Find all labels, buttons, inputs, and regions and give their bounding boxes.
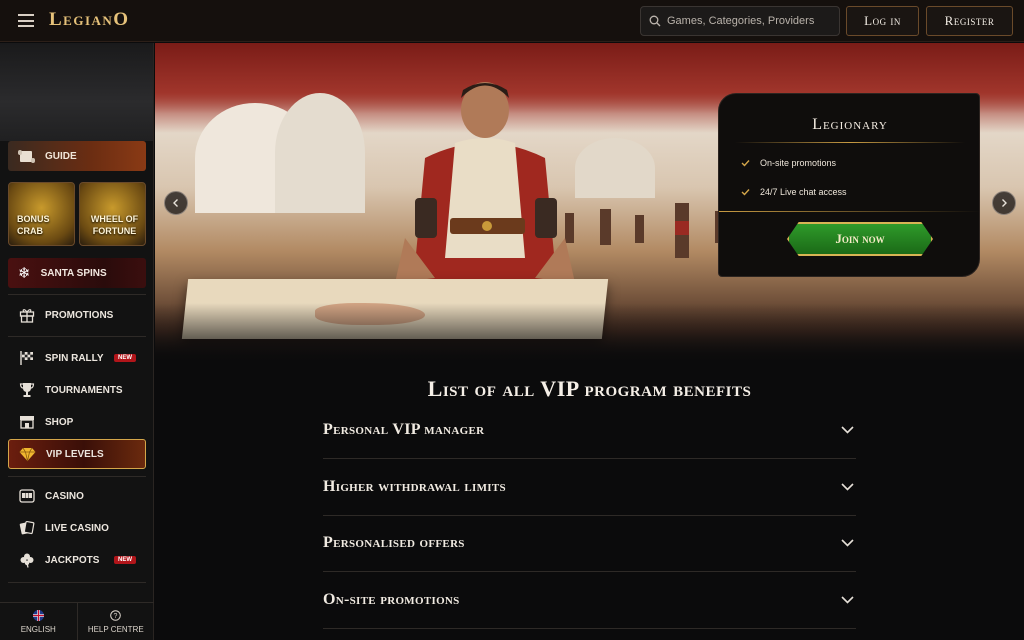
sidebar: GUIDE BONUS CRAB WHEEL OF FORTUNE ❄ SANTA …	[0, 43, 154, 640]
sidebar-item-santa-spins[interactable]: ❄ SANTA SPINS	[8, 258, 146, 288]
sidebar-item-promotions[interactable]: PROMOTIONS	[8, 303, 146, 327]
language-selector[interactable]: ENGLISH	[0, 603, 77, 640]
gold-divider	[719, 211, 981, 212]
sidebar-item-casino[interactable]: CASINO	[8, 484, 146, 508]
checkered-flag-icon	[18, 350, 35, 367]
sidebar-item-label: TOURNAMENTS	[45, 384, 123, 396]
gift-icon	[18, 307, 35, 324]
tile-label-line1: BONUS	[17, 214, 50, 224]
clover-icon	[18, 552, 35, 569]
new-badge: NEW	[114, 354, 136, 362]
bonus-crab-tile[interactable]: BONUS CRAB	[8, 182, 75, 246]
gold-divider	[735, 142, 965, 143]
vip-benefit-label: On-site promotions	[760, 158, 837, 168]
hero-background	[275, 93, 365, 213]
carousel-next-button[interactable]	[992, 191, 1016, 215]
sidebar-item-guide[interactable]: GUIDE	[8, 141, 146, 171]
accordion-item[interactable]: On-site promotions	[323, 572, 856, 629]
page-title: List of all VIP program benefits	[427, 376, 752, 401]
accordion-item[interactable]: Personal VIP manager	[323, 402, 856, 459]
promo-tiles: BONUS CRAB WHEEL OF FORTUNE	[8, 182, 146, 246]
hero-banner: Legionary On-site promotions 24/7 Live c…	[155, 43, 1024, 363]
sidebar-banner	[0, 43, 153, 141]
sidebar-item-live-casino[interactable]: LIVE CASINO	[8, 516, 146, 540]
sidebar-footer: ENGLISH ? HELP CENTRE	[0, 602, 154, 640]
accordion-item[interactable]: Personalised offers	[323, 515, 856, 572]
vip-level-title: Legionary	[812, 116, 888, 133]
sidebar-item-shop[interactable]: SHOP	[8, 410, 146, 434]
cards-icon	[18, 520, 35, 537]
accordion-label: Personalised offers	[323, 534, 465, 551]
chevron-down-icon	[841, 426, 854, 434]
vip-level-card: Legionary On-site promotions 24/7 Live c…	[718, 93, 981, 277]
vip-benefit: 24/7 Live chat access	[741, 187, 847, 197]
tile-label-line2: CRAB	[17, 226, 43, 236]
sidebar-item-label: SHOP	[45, 416, 74, 428]
divider	[8, 294, 146, 295]
divider	[8, 476, 146, 477]
chevron-left-icon	[173, 199, 178, 207]
vip-benefit-label: 24/7 Live chat access	[760, 187, 847, 197]
chevron-right-icon	[1002, 199, 1007, 207]
new-badge: NEW	[114, 556, 136, 564]
sidebar-item-label: CASINO	[45, 490, 84, 502]
sidebar-item-spin-rally[interactable]: SPIN RALLY NEW	[8, 346, 146, 370]
accordion-item[interactable]: Higher withdrawal limits	[323, 459, 856, 516]
sidebar-item-label: PROMOTIONS	[45, 309, 114, 321]
language-label: ENGLISH	[20, 624, 56, 634]
chevron-down-icon	[841, 483, 854, 491]
sidebar-item-label: VIP LEVELS	[46, 448, 104, 460]
join-now-button[interactable]: Join now	[787, 222, 933, 256]
sidebar-item-label: SPIN RALLY	[45, 352, 104, 364]
help-centre-link[interactable]: ? HELP CENTRE	[76, 603, 155, 640]
diamond-icon	[19, 446, 36, 463]
sidebar-item-label: LIVE CASINO	[45, 522, 109, 534]
slot-machine-icon	[18, 488, 35, 505]
check-icon	[741, 160, 750, 167]
search-input[interactable]	[667, 15, 827, 27]
accordion-label: Personal VIP manager	[323, 421, 485, 438]
chevron-down-icon	[841, 596, 854, 604]
vip-benefit: On-site promotions	[741, 158, 836, 168]
divider	[8, 336, 146, 337]
tile-label-line2: FORTUNE	[92, 226, 137, 236]
scroll-icon	[18, 149, 35, 164]
wheel-of-fortune-tile[interactable]: WHEEL OF FORTUNE	[79, 182, 146, 246]
accordion-label: On-site promotions	[323, 591, 460, 608]
login-button[interactable]: Log in	[846, 6, 919, 36]
menu-icon[interactable]	[18, 14, 34, 27]
site-logo[interactable]: LegianO	[49, 9, 130, 31]
help-label: HELP CENTRE	[87, 624, 144, 634]
carousel-prev-button[interactable]	[164, 191, 188, 215]
question-icon: ?	[110, 609, 122, 621]
sidebar-item-tournaments[interactable]: TOURNAMENTS	[8, 378, 146, 402]
hero-fade	[155, 303, 1024, 363]
uk-flag-icon	[32, 609, 44, 621]
accordion-label: Higher withdrawal limits	[323, 478, 506, 495]
register-button[interactable]: Register	[926, 6, 1013, 36]
sidebar-item-jackpots[interactable]: JACKPOTS NEW	[8, 548, 146, 572]
divider	[8, 582, 146, 583]
top-header: LegianO Log in Register	[0, 0, 1024, 42]
svg-text:?: ?	[114, 613, 118, 620]
trophy-icon	[18, 382, 35, 399]
shop-icon	[18, 414, 35, 431]
tile-label-line1: WHEEL OF	[90, 214, 139, 224]
sidebar-item-label: GUIDE	[45, 150, 77, 162]
sidebar-item-label: JACKPOTS	[45, 554, 100, 566]
sidebar-item-vip-levels[interactable]: VIP LEVELS	[8, 439, 146, 469]
check-icon	[741, 189, 750, 196]
search-box[interactable]	[640, 6, 840, 36]
snowflake-icon: ❄	[18, 265, 31, 282]
chevron-down-icon	[841, 539, 854, 547]
search-icon	[649, 15, 661, 27]
sidebar-item-label: SANTA SPINS	[40, 267, 107, 279]
